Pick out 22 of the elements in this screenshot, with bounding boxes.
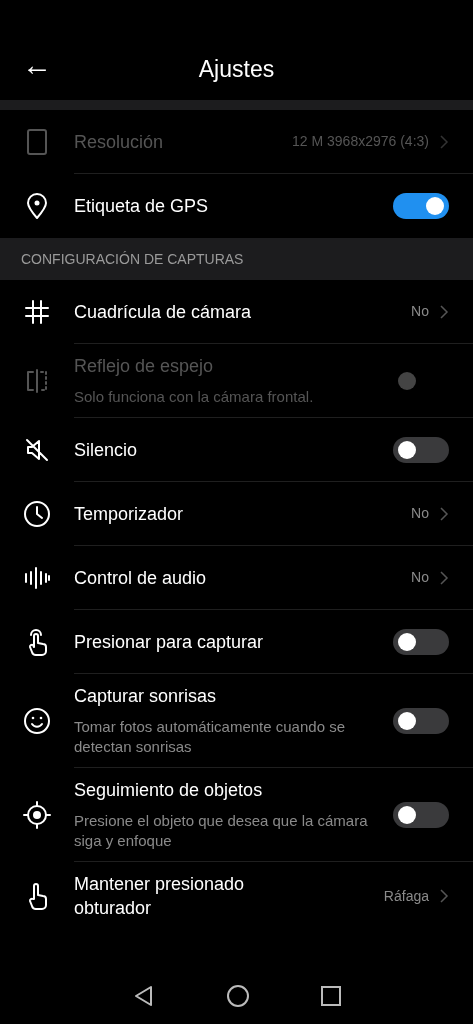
setting-title: Seguimiento de objetos bbox=[74, 779, 264, 802]
setting-title: Cuadrícula de cámara bbox=[74, 300, 253, 324]
setting-title: Resolución bbox=[74, 130, 165, 154]
setting-value: 12 M 3968x2976 (4:3) bbox=[292, 132, 429, 151]
setting-title: Capturar sonrisas bbox=[74, 685, 218, 708]
setting-title: Temporizador bbox=[74, 502, 185, 526]
setting-title: Control de audio bbox=[74, 566, 208, 590]
page-title: Ajustes bbox=[198, 56, 275, 82]
setting-description: Tomar fotos automáticamente cuando se detectan sonrisas bbox=[74, 717, 346, 757]
section-header: CONFIGURACIÓN DE CAPTURAS bbox=[0, 238, 473, 280]
setting-description: Presione el objeto que desea que la cámara siga y enfoque bbox=[74, 811, 369, 851]
setting-title: Reflejo de espejo bbox=[74, 355, 215, 378]
setting-title: Silencio bbox=[74, 438, 139, 462]
setting-value: No bbox=[411, 504, 429, 523]
setting-title: Presionar para capturar bbox=[74, 630, 265, 654]
setting-value: Ráfaga bbox=[383, 886, 429, 906]
back-button[interactable]: ← bbox=[21, 50, 53, 80]
setting-title: Etiqueta de GPS bbox=[74, 195, 210, 218]
setting-title: Mantener presionado obturador bbox=[74, 873, 246, 920]
setting-value: No bbox=[411, 302, 429, 321]
setting-description: Solo funciona con la cámara frontal. bbox=[74, 387, 315, 407]
setting-value: No bbox=[411, 568, 429, 587]
